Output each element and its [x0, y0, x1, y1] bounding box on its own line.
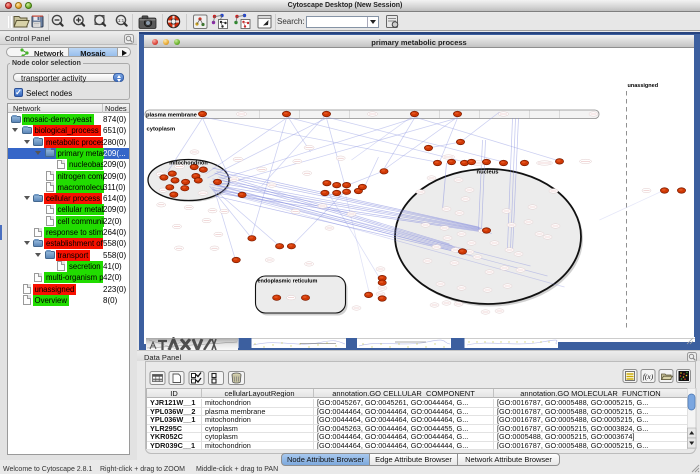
svg-text:plasma membrane: plasma membrane: [146, 113, 198, 119]
svg-text:1:1: 1:1: [118, 18, 125, 23]
svg-text:endoplasmic reticulum: endoplasmic reticulum: [258, 279, 318, 285]
svg-text:mitochondrion: mitochondrion: [169, 161, 208, 167]
svg-text:nucleus: nucleus: [477, 170, 499, 176]
svg-text:unassigned: unassigned: [628, 83, 659, 89]
svg-text:cytoplasm: cytoplasm: [147, 127, 176, 133]
svg-text:f(x): f(x): [643, 372, 654, 381]
